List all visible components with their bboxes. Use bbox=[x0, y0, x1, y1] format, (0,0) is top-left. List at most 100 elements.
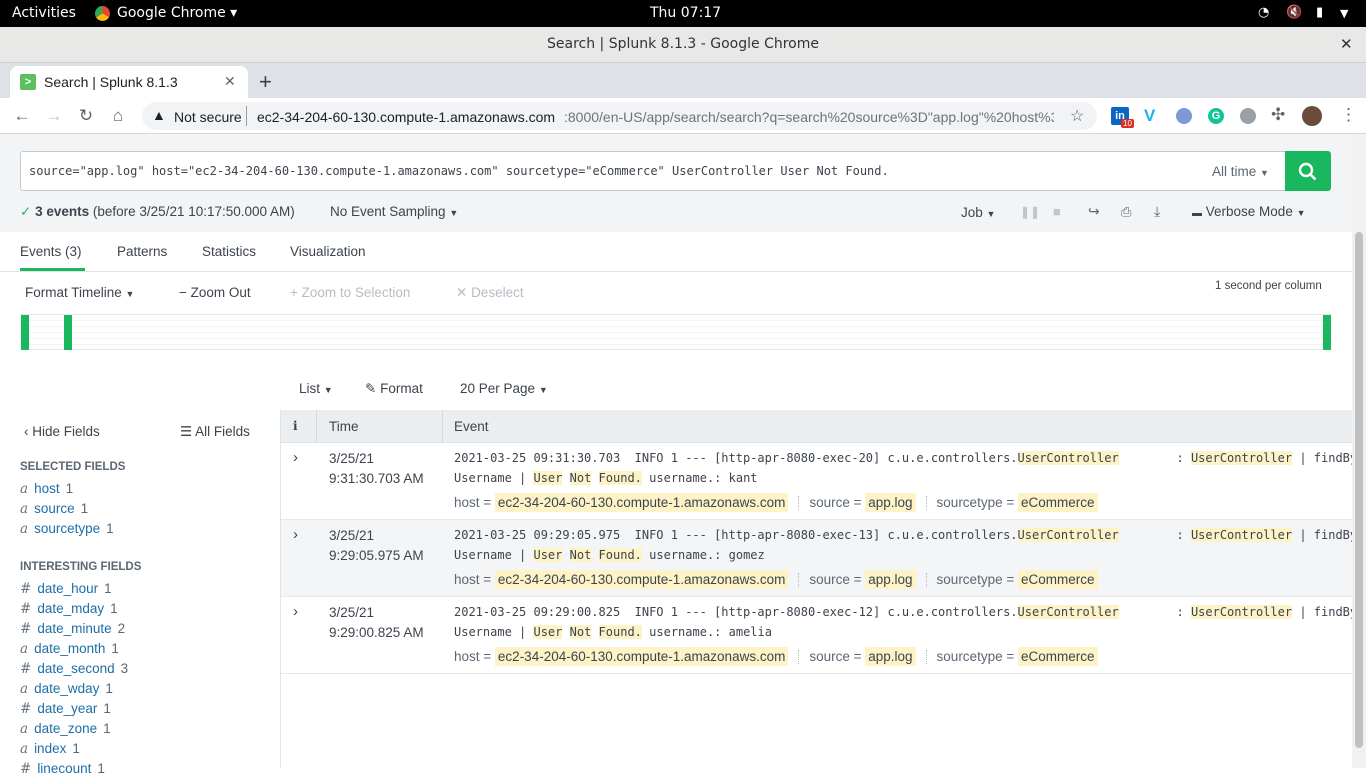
per-page-dropdown[interactable]: 20 Per Page ▼ bbox=[460, 381, 548, 396]
field-item[interactable]: a date_month 1 bbox=[20, 641, 119, 657]
grammarly-extension-icon[interactable]: G bbox=[1208, 108, 1224, 124]
bookmark-star-icon[interactable]: ☆ bbox=[1070, 106, 1084, 126]
event-raw-line: Username | User Not Found. username.: ka… bbox=[454, 471, 758, 485]
timeline-bar[interactable] bbox=[21, 315, 29, 350]
time-range-picker[interactable]: All time ▼ bbox=[1198, 151, 1286, 191]
field-item[interactable]: a source 1 bbox=[20, 501, 88, 517]
clock[interactable]: Thu 07:17 bbox=[650, 5, 721, 21]
expand-row-icon[interactable]: › bbox=[293, 526, 298, 543]
tab-visualization[interactable]: Visualization bbox=[290, 244, 366, 259]
field-count: 1 bbox=[104, 581, 112, 596]
profile-avatar[interactable] bbox=[1302, 106, 1322, 126]
format-timeline-dropdown[interactable]: Format Timeline ▼ bbox=[25, 285, 134, 300]
event-sampling-dropdown[interactable]: No Event Sampling ▼ bbox=[330, 204, 458, 219]
event-time: 9:31:30.703 AM bbox=[329, 471, 424, 486]
chevron-down-icon: ▼ bbox=[125, 289, 135, 299]
field-item[interactable]: # linecount 1 bbox=[20, 761, 105, 777]
field-item[interactable]: # date_hour 1 bbox=[20, 581, 112, 597]
field-count: 2 bbox=[117, 621, 126, 636]
zoom-selection-button[interactable]: + Zoom to Selection bbox=[290, 285, 410, 300]
app-menu[interactable]: Google Chrome ▾ bbox=[117, 5, 237, 21]
export-icon[interactable]: ⤓ bbox=[1154, 203, 1160, 220]
field-item[interactable]: a date_wday 1 bbox=[20, 681, 113, 697]
security-chip[interactable]: Not secure bbox=[174, 109, 242, 125]
search-button[interactable] bbox=[1285, 151, 1331, 191]
sourcetype-value[interactable]: eCommerce bbox=[1017, 570, 1098, 589]
volume-icon[interactable]: 🔇 bbox=[1286, 5, 1302, 20]
tab-patterns[interactable]: Patterns bbox=[117, 244, 167, 259]
host-value[interactable]: ec2-34-204-60-130.compute-1.amazonaws.co… bbox=[494, 570, 789, 589]
close-window-icon[interactable]: ✕ bbox=[1340, 35, 1353, 53]
battery-icon[interactable]: ▮ bbox=[1316, 5, 1323, 20]
sourcetype-value[interactable]: eCommerce bbox=[1017, 493, 1098, 512]
timeline-bar[interactable] bbox=[1323, 315, 1331, 350]
field-item[interactable]: # date_mday 1 bbox=[20, 601, 118, 617]
stop-icon[interactable]: ■ bbox=[1053, 204, 1061, 219]
search-mode-dropdown[interactable]: ▬ Verbose Mode ▼ bbox=[1192, 204, 1306, 219]
share-icon[interactable]: ↪ bbox=[1088, 203, 1100, 220]
job-status: ✓ 3 events (before 3/25/21 10:17:50.000 … bbox=[20, 204, 295, 220]
field-item[interactable]: # date_second 3 bbox=[20, 661, 128, 677]
tab-events[interactable]: Events (3) bbox=[20, 244, 82, 259]
source-value[interactable]: app.log bbox=[865, 647, 916, 666]
vimeo-extension-icon[interactable]: V bbox=[1144, 106, 1155, 126]
keyword-highlight: User bbox=[533, 548, 563, 562]
tab-statistics[interactable]: Statistics bbox=[202, 244, 256, 259]
search-icon bbox=[1298, 162, 1317, 181]
pause-icon[interactable]: ❚❚ bbox=[1020, 205, 1040, 219]
zoom-out-label: Zoom Out bbox=[190, 285, 251, 300]
settings-extension-icon[interactable] bbox=[1240, 108, 1256, 124]
field-item[interactable]: # date_year 1 bbox=[20, 701, 111, 717]
source-value[interactable]: app.log bbox=[865, 570, 916, 589]
browser-tab[interactable]: > Search | Splunk 8.1.3 ✕ bbox=[10, 66, 248, 98]
forward-icon[interactable]: → bbox=[42, 104, 66, 128]
timeline-bar[interactable] bbox=[64, 315, 72, 350]
tab-close-icon[interactable]: ✕ bbox=[224, 73, 236, 90]
host-value[interactable]: ec2-34-204-60-130.compute-1.amazonaws.co… bbox=[494, 647, 789, 666]
scrollbar-thumb[interactable] bbox=[1355, 232, 1363, 748]
expand-row-icon[interactable]: › bbox=[293, 449, 298, 466]
field-name: date_mday bbox=[37, 601, 105, 616]
reload-icon[interactable]: ↻ bbox=[74, 104, 98, 128]
field-name: linecount bbox=[37, 761, 92, 776]
list-view-dropdown[interactable]: List ▼ bbox=[299, 381, 333, 396]
event-raw-line: 2021-03-25 09:29:05.975 INFO 1 --- [http… bbox=[454, 528, 1358, 542]
field-separator bbox=[798, 573, 800, 588]
new-tab-icon[interactable]: + bbox=[259, 69, 272, 95]
extension-icon[interactable] bbox=[1176, 108, 1192, 124]
chevron-down-icon: ▼ bbox=[986, 209, 996, 219]
deselect-button[interactable]: ✕ Deselect bbox=[456, 285, 524, 301]
chrome-menu-icon[interactable]: ⋮ bbox=[1340, 105, 1357, 125]
all-fields-button[interactable]: ☰ All Fields bbox=[180, 424, 250, 440]
expand-row-icon[interactable]: › bbox=[293, 603, 298, 620]
search-input[interactable]: source="app.log" host="ec2-34-204-60-130… bbox=[20, 151, 1199, 191]
page-scrollbar[interactable] bbox=[1352, 134, 1366, 768]
event-fields: host = ec2-34-204-60-130.compute-1.amazo… bbox=[454, 570, 1098, 589]
wifi-icon[interactable]: ◔ bbox=[1258, 5, 1269, 20]
field-count: 1 bbox=[72, 741, 80, 756]
time-column-header[interactable]: Time bbox=[329, 419, 359, 434]
job-dropdown[interactable]: Job ▼ bbox=[961, 205, 995, 220]
system-menu-icon[interactable]: ▼ bbox=[1340, 7, 1348, 20]
print-icon[interactable]: ⎙ bbox=[1121, 204, 1131, 220]
warning-icon[interactable]: ▲ bbox=[152, 107, 166, 123]
field-item[interactable]: a date_zone 1 bbox=[20, 721, 111, 737]
sourcetype-value[interactable]: eCommerce bbox=[1017, 647, 1098, 666]
host-value[interactable]: ec2-34-204-60-130.compute-1.amazonaws.co… bbox=[494, 493, 789, 512]
home-icon[interactable]: ⌂ bbox=[106, 104, 130, 128]
back-icon[interactable]: ← bbox=[10, 104, 34, 128]
timeline-chart[interactable] bbox=[20, 314, 1332, 350]
field-item[interactable]: # date_minute 2 bbox=[20, 621, 125, 637]
source-value[interactable]: app.log bbox=[865, 493, 916, 512]
format-button[interactable]: ✎ Format bbox=[365, 381, 423, 397]
extensions-puzzle-icon[interactable]: ✣ bbox=[1271, 105, 1285, 125]
address-bar[interactable]: ▲ Not secure ec2-34-204-60-130.compute-1… bbox=[142, 102, 1097, 130]
hide-fields-button[interactable]: ‹ Hide Fields bbox=[24, 424, 100, 439]
zoom-out-button[interactable]: − Zoom Out bbox=[179, 285, 251, 300]
field-item[interactable]: a sourcetype 1 bbox=[20, 521, 114, 537]
field-item[interactable]: a index 1 bbox=[20, 741, 80, 757]
field-item[interactable]: a host 1 bbox=[20, 481, 73, 497]
activities-button[interactable]: Activities bbox=[12, 5, 76, 21]
info-column-header[interactable]: i bbox=[293, 419, 298, 433]
event-column-header[interactable]: Event bbox=[454, 419, 489, 434]
